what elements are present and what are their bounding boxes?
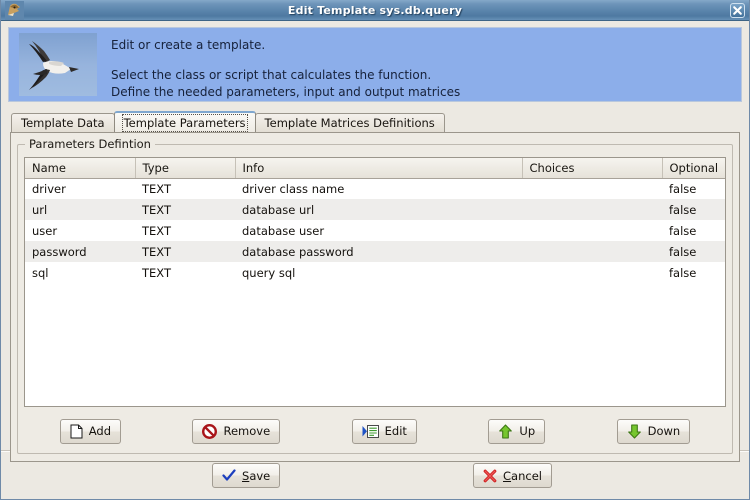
remove-button-label: Remove: [223, 424, 271, 438]
edit-button-label: Edit: [384, 424, 407, 438]
cell-info: database password: [235, 241, 522, 262]
table-header-row: Name Type Info Choices Optional: [25, 158, 725, 179]
column-header-optional[interactable]: Optional: [662, 158, 725, 179]
move-down-button[interactable]: Down: [616, 418, 691, 444]
table-row[interactable]: sql TEXT query sql false: [25, 262, 725, 283]
move-up-button-label: Up: [519, 424, 536, 438]
cell-info: driver class name: [235, 178, 522, 199]
tab-label: Template Matrices Definitions: [264, 116, 435, 130]
header-banner: Edit or create a template. Select the cl…: [8, 27, 742, 102]
column-header-type[interactable]: Type: [135, 158, 236, 179]
tab-label: Template Parameters: [121, 113, 248, 132]
cell-choices: [522, 241, 662, 262]
cell-type: TEXT: [135, 241, 235, 262]
banner-line-1: Edit or create a template.: [111, 38, 266, 52]
cell-type: TEXT: [135, 262, 235, 283]
table-row[interactable]: url TEXT database url false: [25, 199, 725, 220]
tab-panel-template-parameters: Parameters Defintion Name Type Info Choi…: [10, 132, 740, 462]
close-icon[interactable]: [730, 3, 745, 18]
cancel-mnemonic: C: [503, 468, 512, 483]
table-row[interactable]: user TEXT database user false: [25, 220, 725, 241]
arrow-down-icon: [627, 423, 642, 439]
arrow-up-icon: [498, 423, 513, 439]
cell-type: TEXT: [135, 178, 235, 199]
add-button[interactable]: Add: [59, 418, 121, 444]
cell-optional: false: [662, 178, 725, 199]
column-header-info[interactable]: Info: [235, 158, 523, 179]
cell-name: sql: [25, 262, 135, 283]
cell-type: TEXT: [135, 199, 235, 220]
cell-optional: false: [662, 220, 725, 241]
cell-info: query sql: [235, 262, 522, 283]
column-header-choices[interactable]: Choices: [522, 158, 663, 179]
cell-type: TEXT: [135, 220, 235, 241]
cell-optional: false: [662, 241, 725, 262]
move-up-button[interactable]: Up: [488, 418, 546, 444]
cell-info: database url: [235, 199, 522, 220]
cell-optional: false: [662, 199, 725, 220]
add-button-label: Add: [88, 424, 111, 438]
parameters-table[interactable]: Name Type Info Choices Optional driver T…: [24, 157, 726, 407]
table-row[interactable]: driver TEXT driver class name false: [25, 178, 725, 199]
cell-name: driver: [25, 178, 135, 199]
remove-button[interactable]: Remove: [192, 418, 281, 444]
eagle-head-icon: [5, 1, 24, 20]
save-button[interactable]: Save: [212, 463, 281, 488]
window-title: Edit Template sys.db.query: [287, 3, 463, 17]
tab-template-matrices-definitions[interactable]: Template Matrices Definitions: [254, 113, 445, 132]
cell-choices: [522, 220, 662, 241]
move-down-button-label: Down: [647, 424, 681, 438]
prohibition-icon: [202, 423, 218, 439]
save-rest: ave: [249, 468, 271, 483]
cross-icon: [483, 469, 497, 483]
cancel-rest: ancel: [511, 468, 542, 483]
cancel-button-label: Cancel: [503, 469, 542, 483]
parameters-toolbar: Add Remove Edit Up Down: [24, 417, 726, 445]
cell-optional: false: [662, 262, 725, 283]
banner-line-2: Select the class or script that calculat…: [111, 68, 432, 82]
checkmark-icon: [222, 469, 236, 482]
cell-name: url: [25, 199, 135, 220]
cell-name: password: [25, 241, 135, 262]
tab-bar: Template Data Template Parameters Templa…: [11, 111, 749, 132]
cell-choices: [522, 262, 662, 283]
cell-info: database user: [235, 220, 522, 241]
cell-choices: [522, 178, 662, 199]
table-row[interactable]: password TEXT database password false: [25, 241, 725, 262]
banner-text: Edit or create a template. Select the cl…: [97, 28, 460, 101]
tab-template-data[interactable]: Template Data: [11, 113, 115, 132]
flying-hawk-photo: [19, 33, 97, 96]
tab-label: Template Data: [21, 116, 105, 130]
window-titlebar: Edit Template sys.db.query: [1, 0, 749, 21]
cell-name: user: [25, 220, 135, 241]
edit-list-icon: [362, 424, 379, 439]
column-header-name[interactable]: Name: [25, 158, 136, 179]
groupbox-title: Parameters Defintion: [25, 137, 155, 151]
edit-template-dialog: Edit Template sys.db.query Edit or creat…: [0, 0, 750, 500]
parameters-definition-groupbox: Parameters Defintion Name Type Info Choi…: [17, 137, 733, 454]
banner-line-3: Define the needed parameters, input and …: [111, 85, 461, 99]
save-button-label: Save: [242, 469, 270, 483]
page-icon: [70, 424, 83, 439]
cell-choices: [522, 199, 662, 220]
edit-button[interactable]: Edit: [351, 418, 417, 444]
cancel-button[interactable]: Cancel: [473, 463, 552, 488]
tab-template-parameters[interactable]: Template Parameters: [113, 111, 256, 132]
